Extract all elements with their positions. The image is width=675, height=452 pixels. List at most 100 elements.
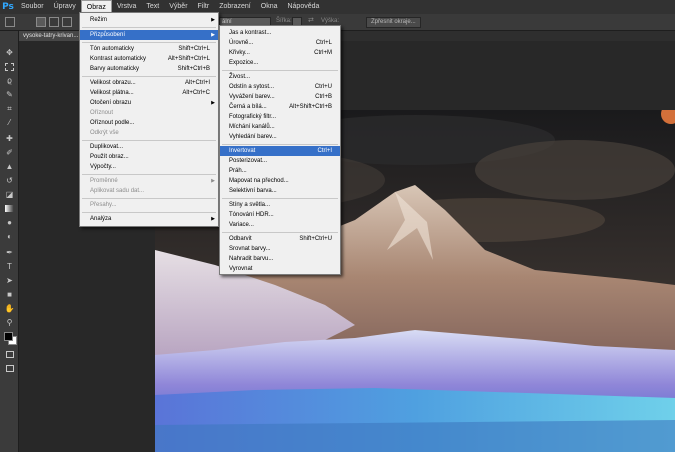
submenu-arrow-icon: ▶ xyxy=(211,32,215,38)
menu-item-shortcut: Alt+Shift+Ctrl+L xyxy=(167,56,210,62)
blur-tool-icon[interactable]: ● xyxy=(3,217,16,228)
history-brush-tool-icon[interactable]: ↺ xyxy=(3,175,16,186)
menu-separator xyxy=(222,70,338,71)
menu-item-prizpusobeni[interactable]: Přizpůsobení ▶ xyxy=(80,30,218,40)
menu-item-analyza[interactable]: Analýza ▶ xyxy=(80,214,218,224)
quick-mask-icon[interactable] xyxy=(3,349,16,360)
menu-item-jas-a-kontrast[interactable]: Jas a kontrast... xyxy=(220,28,340,38)
menu-item-vyhledani-barev[interactable]: Vyhledání barev... xyxy=(220,132,340,142)
add-selection-icon[interactable] xyxy=(49,17,59,27)
tools-panel: ✥ ϱ ✎ ⌗ ⁄ ✚ ✐ ▲ ↺ ◪ ● ◐ ✒ T ➤ ■ ✋ ⚲ xyxy=(0,31,19,452)
type-tool-icon[interactable]: T xyxy=(3,261,16,272)
menu-item-zivost[interactable]: Živost... xyxy=(220,72,340,82)
menu-item-selektivni-barva[interactable]: Selektivní barva... xyxy=(220,186,340,196)
stamp-tool-icon[interactable]: ▲ xyxy=(3,161,16,172)
menu-item-oriznout[interactable]: Oříznout xyxy=(80,108,218,118)
new-selection-icon[interactable] xyxy=(36,17,46,27)
menu-item-vyvazeni-barev[interactable]: Vyvážení barev... Ctrl+B xyxy=(220,92,340,102)
menu-item-srovnat-barvy[interactable]: Srovnat barvy... xyxy=(220,244,340,254)
menu-item-label: Nahradit barvu... xyxy=(229,256,274,262)
menu-item-urovne[interactable]: Úrovně... Ctrl+L xyxy=(220,38,340,48)
quick-select-tool-icon[interactable]: ✎ xyxy=(3,89,16,100)
menu-item-variace[interactable]: Variace... xyxy=(220,220,340,230)
menu-item-shortcut: Ctrl+U xyxy=(314,84,332,90)
menu-item-rezim[interactable]: Režim ▶ xyxy=(80,15,218,25)
menu-upravy[interactable]: Úpravy xyxy=(49,0,81,14)
menu-napoveda[interactable]: Nápověda xyxy=(282,0,324,14)
menu-item-velikost-obrazu[interactable]: Velikost obrazu... Alt+Ctrl+I xyxy=(80,78,218,88)
screen-mode-icon[interactable] xyxy=(3,363,16,374)
marquee-tool-icon[interactable] xyxy=(3,61,16,72)
menu-item-label: Duplikovat... xyxy=(90,144,124,150)
submenu-arrow-icon: ▶ xyxy=(211,178,215,184)
menu-item-presahy[interactable]: Přesahy... xyxy=(80,200,218,210)
subtract-selection-icon[interactable] xyxy=(62,17,72,27)
menu-item-cerna-a-bila[interactable]: Černá a bílá... Alt+Shift+Ctrl+B xyxy=(220,102,340,112)
menu-soubor[interactable]: Soubor xyxy=(16,0,49,14)
menu-item-shortcut: Ctrl+I xyxy=(317,148,332,154)
document-tab[interactable]: vysoke-tatry-krivan... xyxy=(19,31,83,41)
menu-item-mapovat-na-prechod[interactable]: Mapovat na přechod... xyxy=(220,176,340,186)
foreground-color-swatch[interactable] xyxy=(4,332,13,341)
menu-item-pouzit-obraz[interactable]: Použít obraz... xyxy=(80,152,218,162)
move-tool-icon[interactable]: ✥ xyxy=(3,47,16,58)
menu-item-label: Výpočty... xyxy=(90,164,116,170)
menu-item-kontrast-automaticky[interactable]: Kontrast automaticky Alt+Shift+Ctrl+L xyxy=(80,54,218,64)
hand-tool-icon[interactable]: ✋ xyxy=(3,303,16,314)
menu-item-label: Vyrovnat xyxy=(229,266,253,272)
refine-edge-button[interactable]: Zpřesnit okraje... xyxy=(366,17,421,28)
submenu-arrow-icon: ▶ xyxy=(211,17,215,23)
photoshop-logo: Ps xyxy=(2,2,14,12)
pen-tool-icon[interactable]: ✒ xyxy=(3,247,16,258)
menu-item-duplikovat[interactable]: Duplikovat... xyxy=(80,142,218,152)
swap-icon[interactable]: ⇄ xyxy=(308,16,314,24)
menu-item-barvy-automaticky[interactable]: Barvy automaticky Shift+Ctrl+B xyxy=(80,64,218,74)
submenu-arrow-icon: ▶ xyxy=(211,100,215,106)
menu-item-otoceni-obrazu[interactable]: Otočení obrazu ▶ xyxy=(80,98,218,108)
menu-item-expozice[interactable]: Expozice... xyxy=(220,58,340,68)
gradient-tool-icon[interactable] xyxy=(3,203,16,214)
eyedropper-tool-icon[interactable]: ⁄ xyxy=(3,117,16,128)
menu-item-vypocty[interactable]: Výpočty... xyxy=(80,162,218,172)
menu-separator xyxy=(82,174,216,175)
menu-item-fotograficky-filtr[interactable]: Fotografický filtr... xyxy=(220,112,340,122)
menu-separator xyxy=(82,198,216,199)
dodge-tool-icon[interactable]: ◐ xyxy=(3,231,16,242)
shape-tool-icon[interactable]: ■ xyxy=(3,289,16,300)
brush-tool-icon[interactable]: ✐ xyxy=(3,147,16,158)
tool-preset-icon[interactable] xyxy=(5,17,15,27)
menu-zobrazeni[interactable]: Zobrazení xyxy=(214,0,256,14)
menu-item-odkryt-vse[interactable]: Odkrýt vše xyxy=(80,128,218,138)
menu-item-promenne[interactable]: Proměnné ▶ xyxy=(80,176,218,186)
menu-item-label: Práh... xyxy=(229,168,247,174)
crop-tool-icon[interactable]: ⌗ xyxy=(3,103,16,114)
menu-item-tonovani-hdr[interactable]: Tónování HDR... xyxy=(220,210,340,220)
menu-item-nahradit-barvu[interactable]: Nahradit barvu... xyxy=(220,254,340,264)
path-select-tool-icon[interactable]: ➤ xyxy=(3,275,16,286)
menu-item-odstin-a-sytost[interactable]: Odstín a sytost... Ctrl+U xyxy=(220,82,340,92)
menu-item-krivky[interactable]: Křivky... Ctrl+M xyxy=(220,48,340,58)
menu-item-prah[interactable]: Práh... xyxy=(220,166,340,176)
menu-item-odbarvit[interactable]: Odbarvit Shift+Ctrl+U xyxy=(220,234,340,244)
menu-separator xyxy=(82,212,216,213)
menu-item-label: Expozice... xyxy=(229,60,259,66)
menu-item-vyrovnat[interactable]: Vyrovnat xyxy=(220,264,340,274)
zoom-tool-icon[interactable]: ⚲ xyxy=(3,317,16,328)
menu-item-invertovat[interactable]: Invertovat Ctrl+I xyxy=(220,146,340,156)
menu-okna[interactable]: Okna xyxy=(256,0,283,14)
submenu-arrow-icon: ▶ xyxy=(211,216,215,222)
menu-item-label: Křivky... xyxy=(229,50,250,56)
menu-item-posterizovat[interactable]: Posterizovat... xyxy=(220,156,340,166)
healing-tool-icon[interactable]: ✚ xyxy=(3,133,16,144)
menu-item-velikost-platna[interactable]: Velikost plátna... Alt+Ctrl+C xyxy=(80,88,218,98)
eraser-tool-icon[interactable]: ◪ xyxy=(3,189,16,200)
menu-item-oriznout-podle[interactable]: Oříznout podle... xyxy=(80,118,218,128)
menu-item-shortcut: Alt+Shift+Ctrl+B xyxy=(289,104,332,110)
menu-item-aplikovat-sadu-dat[interactable]: Aplikovat sadu dat... xyxy=(80,186,218,196)
menu-item-label: Invertovat xyxy=(229,148,256,154)
menu-item-stiny-a-svetla[interactable]: Stíny a světla... xyxy=(220,200,340,210)
menu-item-shortcut: Alt+Ctrl+C xyxy=(182,90,210,96)
menu-item-michani-kanalu[interactable]: Míchání kanálů... xyxy=(220,122,340,132)
menu-item-ton-automaticky[interactable]: Tón automaticky Shift+Ctrl+L xyxy=(80,44,218,54)
lasso-tool-icon[interactable]: ϱ xyxy=(3,75,16,86)
